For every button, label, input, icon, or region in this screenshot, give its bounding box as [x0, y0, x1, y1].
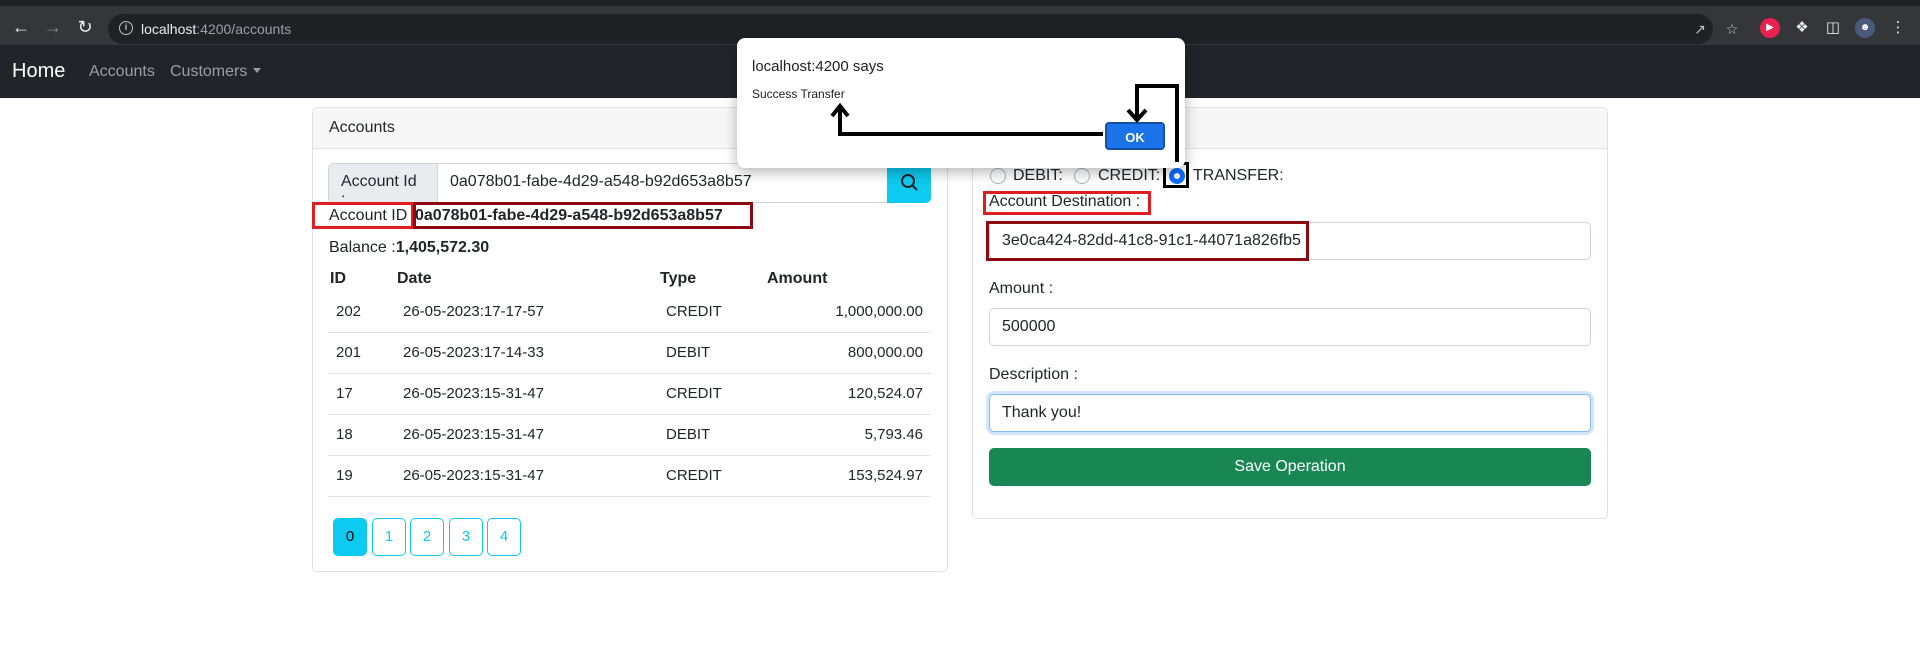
table-row: 202 26-05-2023:17-17-57 CREDIT 1,000,000… — [328, 292, 931, 333]
kebab-menu-icon[interactable]: ⋮ — [1888, 18, 1908, 38]
cell-type: CREDIT — [666, 467, 722, 484]
cell-date: 26-05-2023:15-31-47 — [403, 426, 544, 443]
table-row: 18 26-05-2023:15-31-47 DEBIT 5,793.46 — [328, 415, 931, 456]
table-row: 17 26-05-2023:15-31-47 CREDIT 120,524.07 — [328, 374, 931, 415]
page-button-3[interactable]: 3 — [449, 518, 483, 556]
radio-debit[interactable] — [990, 168, 1006, 184]
radio-credit[interactable] — [1074, 168, 1090, 184]
cell-amount: 5,793.46 — [864, 426, 923, 443]
search-icon — [901, 174, 918, 191]
table-row: 19 26-05-2023:15-31-47 CREDIT 153,524.97 — [328, 456, 931, 497]
cell-date: 26-05-2023:15-31-47 — [403, 467, 544, 484]
balance-value: 1,405,572.30 — [395, 239, 490, 256]
back-arrow-icon[interactable]: ← — [11, 17, 31, 37]
share-icon[interactable]: ↗ — [1692, 21, 1708, 37]
nav-customers-dropdown[interactable]: Customers — [170, 63, 262, 81]
save-operation-button[interactable]: Save Operation — [989, 448, 1591, 486]
col-header-amount: Amount — [767, 270, 828, 287]
account-id-search-input[interactable]: 0a078b01-fabe-4d29-a548-b92d653a8b57 — [437, 163, 888, 203]
destination-label: Account Destination : — [989, 193, 1141, 210]
dialog-ok-button[interactable]: OK — [1105, 122, 1165, 150]
radio-transfer-label: TRANSFER: — [1193, 167, 1284, 184]
radio-debit-label: DEBIT: — [1013, 167, 1063, 184]
side-panel-icon[interactable]: ◫ — [1823, 18, 1843, 38]
account-id-value: 0a078b01-fabe-4d29-a548-b92d653a8b57 — [415, 207, 723, 224]
dialog-title: localhost:4200 says — [752, 58, 884, 75]
cell-id: 18 — [336, 426, 353, 443]
url-text: localhost:4200/accounts — [141, 21, 292, 37]
cell-amount: 1,000,000.00 — [835, 303, 923, 320]
cell-amount: 800,000.00 — [847, 344, 923, 361]
extension-red-icon[interactable]: ▶ — [1760, 18, 1780, 38]
col-header-type: Type — [660, 270, 697, 287]
amount-input[interactable]: 500000 — [989, 308, 1591, 346]
cell-amount: 120,524.07 — [847, 385, 923, 402]
page-button-2[interactable]: 2 — [410, 518, 444, 556]
reload-icon[interactable]: ↻ — [75, 17, 95, 37]
page-button-1[interactable]: 1 — [372, 518, 406, 556]
col-header-date: Date — [397, 270, 432, 287]
account-id-label: Account ID — [329, 207, 408, 224]
table-row: 201 26-05-2023:17-14-33 DEBIT 800,000.00 — [328, 333, 931, 374]
profile-avatar[interactable]: ☻ — [1855, 18, 1875, 38]
caret-down-icon — [253, 68, 262, 73]
radio-credit-label: CREDIT: — [1098, 167, 1161, 184]
cell-amount: 153,524.97 — [847, 467, 923, 484]
description-input[interactable]: Thank you! — [989, 394, 1591, 432]
cell-date: 26-05-2023:15-31-47 — [403, 385, 544, 402]
forward-arrow-icon[interactable]: → — [43, 17, 63, 37]
cell-id: 19 — [336, 467, 353, 484]
account-search-group: Account Id : 0a078b01-fabe-4d29-a548-b92… — [328, 163, 931, 208]
cell-type: DEBIT — [666, 426, 711, 443]
site-info-icon[interactable]: i — [119, 21, 133, 35]
cell-id: 201 — [336, 344, 362, 361]
puzzle-extensions-icon[interactable]: ❖ — [1792, 18, 1812, 38]
cell-type: CREDIT — [666, 385, 722, 402]
cell-date: 26-05-2023:17-17-57 — [403, 303, 544, 320]
cell-type: CREDIT — [666, 303, 722, 320]
cell-id: 17 — [336, 385, 353, 402]
destination-input[interactable]: 3e0ca424-82dd-41c8-91c1-44071a826fb5 — [989, 222, 1591, 260]
bookmark-star-icon[interactable]: ☆ — [1724, 21, 1740, 37]
brand-home-link[interactable]: Home — [12, 60, 65, 83]
balance-line: Balance :1,405,572.30 — [329, 239, 490, 256]
page: ← → ↻ i localhost:4200/accounts ↗ ☆ ▶ ❖ … — [0, 0, 1920, 651]
cell-date: 26-05-2023:17-14-33 — [403, 344, 544, 361]
amount-label: Amount : — [989, 280, 1054, 297]
cell-id: 202 — [336, 303, 362, 320]
nav-accounts-link[interactable]: Accounts — [89, 63, 155, 81]
cell-type: DEBIT — [666, 344, 711, 361]
col-header-id: ID — [330, 270, 346, 287]
dialog-message: Success Transfer — [752, 87, 845, 101]
radio-transfer[interactable] — [1169, 168, 1185, 184]
account-id-addon-label: Account Id : — [328, 163, 438, 208]
page-button-4[interactable]: 4 — [487, 518, 521, 556]
description-label: Description : — [989, 366, 1078, 383]
search-button[interactable] — [887, 163, 931, 203]
page-button-0[interactable]: 0 — [333, 518, 367, 556]
